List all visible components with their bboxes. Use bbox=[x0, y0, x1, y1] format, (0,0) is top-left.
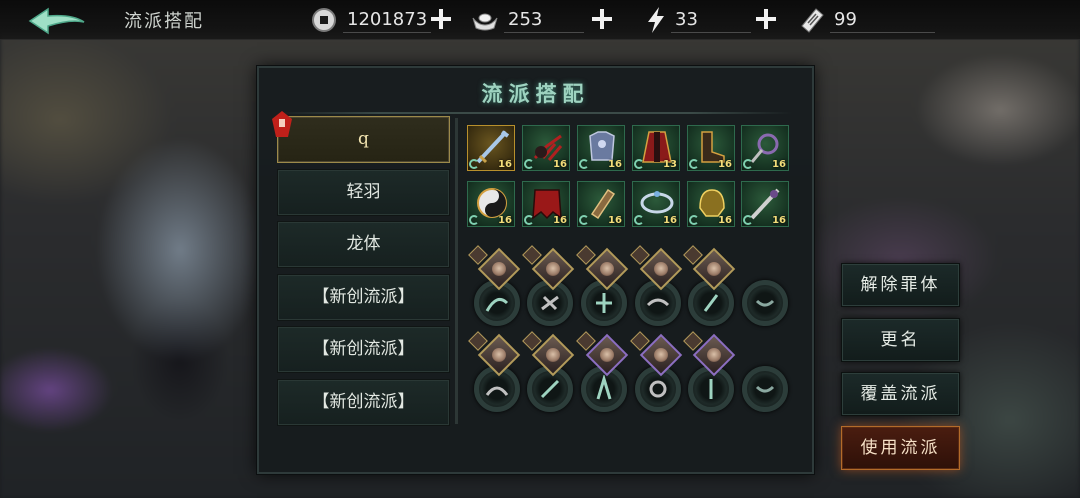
skill-icon bbox=[596, 293, 612, 313]
equip-slot-bracelet[interactable]: 16 bbox=[632, 181, 680, 227]
stamina-value: 33 bbox=[671, 7, 751, 33]
school-item-q[interactable]: q bbox=[272, 111, 450, 163]
overwrite-school-button[interactable]: 覆盖流派 bbox=[841, 372, 960, 416]
skill-icon bbox=[596, 375, 612, 400]
equip-slot-whip[interactable]: 16 bbox=[741, 125, 789, 171]
equip-slot-helmet[interactable]: 16 bbox=[687, 181, 735, 227]
skill-icon bbox=[709, 379, 713, 399]
red-seal-icon bbox=[272, 111, 292, 137]
refine-ring-icon bbox=[579, 215, 589, 225]
equip-level: 16 bbox=[718, 159, 732, 170]
equip-level: 16 bbox=[772, 215, 786, 226]
skill-icon bbox=[485, 386, 509, 396]
add-coin-button[interactable] bbox=[428, 6, 454, 32]
stamina-counter: 33 bbox=[645, 4, 751, 36]
lightning-icon bbox=[648, 7, 664, 33]
back-arrow-icon bbox=[28, 7, 85, 35]
refine-ring-icon bbox=[743, 159, 753, 169]
skill-slot-2-6[interactable] bbox=[742, 366, 788, 412]
equip-level: 16 bbox=[663, 215, 677, 226]
equip-level: 16 bbox=[553, 215, 567, 226]
ingot-value: 253 bbox=[504, 7, 584, 33]
equip-slot-claw[interactable]: 16 bbox=[522, 125, 570, 171]
refine-ring-icon bbox=[743, 215, 753, 225]
use-school-button[interactable]: 使用流派 bbox=[841, 426, 960, 470]
equip-level: 16 bbox=[553, 159, 567, 170]
equip-slot-sword[interactable]: 16 bbox=[467, 125, 515, 171]
coin-value: 1201873 bbox=[343, 7, 432, 33]
title-divider bbox=[279, 112, 792, 114]
equip-slot-yinyang[interactable]: 16 bbox=[467, 181, 515, 227]
remove-sin-button[interactable]: 解除罪体 bbox=[841, 263, 960, 307]
skill-icon bbox=[649, 380, 667, 398]
empty-slot-icon bbox=[755, 385, 775, 393]
add-stamina-button[interactable] bbox=[753, 6, 779, 32]
equip-level: 16 bbox=[608, 215, 622, 226]
school-item-longti[interactable]: 龙体 bbox=[277, 221, 450, 268]
refine-ring-icon bbox=[579, 159, 589, 169]
rename-button[interactable]: 更名 bbox=[841, 318, 960, 362]
refine-ring-icon bbox=[524, 215, 534, 225]
school-item-new-2[interactable]: 【新创流派】 bbox=[277, 326, 450, 373]
ticket-value: 99 bbox=[830, 7, 935, 33]
coin-counter: 1201873 bbox=[311, 4, 432, 36]
equip-level: 16 bbox=[498, 159, 512, 170]
refine-ring-icon bbox=[634, 159, 644, 169]
school-label: 轻羽 bbox=[346, 182, 381, 202]
back-button[interactable] bbox=[26, 6, 88, 36]
school-item-qingyu[interactable]: 轻羽 bbox=[277, 169, 450, 216]
school-label: 【新创流派】 bbox=[312, 339, 415, 359]
school-label: 【新创流派】 bbox=[312, 392, 415, 412]
equip-slot-armor[interactable]: 16 bbox=[577, 125, 625, 171]
ticket-icon bbox=[801, 8, 824, 33]
refine-ring-icon bbox=[524, 159, 534, 169]
equip-slot-cape[interactable]: 16 bbox=[522, 181, 570, 227]
add-ingot-button[interactable] bbox=[589, 6, 615, 32]
equip-slot-blade[interactable]: 16 bbox=[741, 181, 789, 227]
refine-ring-icon bbox=[689, 215, 699, 225]
silver-ingot-icon bbox=[472, 13, 498, 31]
refine-ring-icon bbox=[469, 215, 479, 225]
school-label: 【新创流派】 bbox=[312, 287, 415, 307]
school-item-new-3[interactable]: 【新创流派】 bbox=[277, 379, 450, 426]
refine-ring-icon bbox=[634, 215, 644, 225]
school-config-panel: 流派搭配 q 轻羽 龙体 【新创流派】 【新创流派】 【新创流派】 16 16 … bbox=[257, 66, 814, 474]
refine-ring-icon bbox=[689, 159, 699, 169]
panel-title: 流派搭配 bbox=[481, 81, 590, 106]
school-label: 龙体 bbox=[346, 234, 381, 254]
skill-icon bbox=[703, 294, 719, 312]
skill-icon bbox=[646, 298, 670, 307]
equip-level: 13 bbox=[663, 159, 677, 170]
ticket-counter: 99 bbox=[798, 4, 935, 36]
equip-slot-boots[interactable]: 16 bbox=[687, 125, 735, 171]
skill-icon bbox=[540, 379, 560, 399]
skill-icon bbox=[541, 295, 559, 311]
equip-slot-robe[interactable]: 13 bbox=[632, 125, 680, 171]
top-bar: 流派搭配 1201873 253 33 99 bbox=[0, 0, 1080, 40]
panel-divider bbox=[455, 118, 458, 424]
refine-ring-icon bbox=[469, 159, 479, 169]
page-title: 流派搭配 bbox=[124, 11, 204, 32]
school-item-new-1[interactable]: 【新创流派】 bbox=[277, 274, 450, 321]
empty-slot-icon bbox=[755, 299, 775, 307]
equip-level: 16 bbox=[608, 159, 622, 170]
copper-coin-icon bbox=[312, 8, 336, 32]
equip-level: 16 bbox=[772, 159, 786, 170]
skill-icon bbox=[485, 297, 509, 312]
equip-level: 16 bbox=[498, 215, 512, 226]
equip-slot-bracer[interactable]: 16 bbox=[577, 181, 625, 227]
ingot-counter: 253 bbox=[470, 4, 584, 36]
equip-level: 16 bbox=[718, 215, 732, 226]
school-label: q bbox=[358, 129, 369, 149]
skill-slot-1-6[interactable] bbox=[742, 280, 788, 326]
